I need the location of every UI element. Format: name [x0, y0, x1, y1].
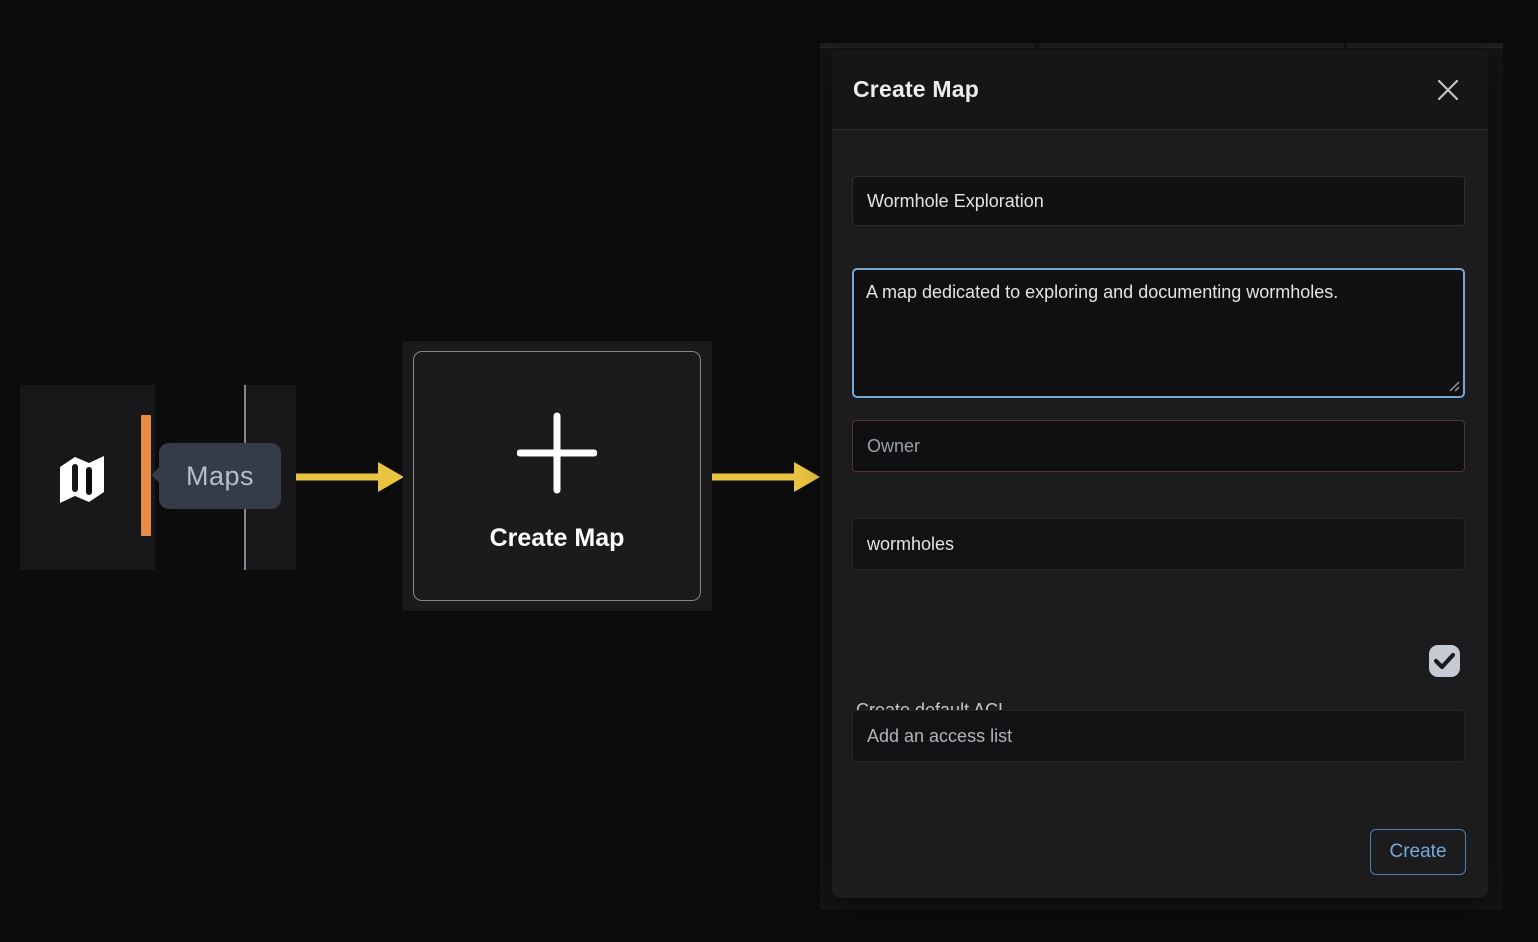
- background-panel-edge: [1039, 43, 1344, 48]
- checkmark-icon: [1434, 652, 1455, 670]
- maps-tooltip-label: Maps: [186, 461, 254, 492]
- create-map-card-frame: Create Map: [403, 341, 712, 611]
- background-panel-edge: [820, 43, 1035, 48]
- create-default-acl-checkbox[interactable]: [1429, 645, 1460, 677]
- owner-input[interactable]: [852, 420, 1465, 472]
- tags-input[interactable]: [852, 518, 1465, 570]
- create-map-card-label: Create Map: [490, 524, 625, 553]
- create-map-card[interactable]: Create Map: [413, 351, 701, 601]
- create-button[interactable]: Create: [1370, 829, 1466, 875]
- flow-arrow-2: [710, 457, 822, 497]
- description-field-wrap: A map dedicated to exploring and documen…: [852, 268, 1465, 398]
- close-icon[interactable]: [1436, 78, 1460, 102]
- modal-title: Create Map: [853, 76, 979, 103]
- maps-tooltip: Maps: [159, 443, 281, 509]
- modal-backdrop: Create Map A map dedicated to exploring …: [820, 43, 1503, 910]
- create-map-modal: Create Map A map dedicated to exploring …: [832, 50, 1488, 898]
- maps-nav-button[interactable]: [58, 451, 106, 509]
- access-list-input[interactable]: [852, 710, 1465, 762]
- map-name-input[interactable]: [852, 176, 1465, 226]
- background-panel-edge: [1347, 43, 1503, 48]
- active-indicator-bar: [141, 415, 151, 536]
- resize-handle-icon[interactable]: [1448, 380, 1460, 392]
- tutorial-canvas: Maps Create Map Create Map: [0, 0, 1538, 942]
- background-page-edge: [820, 43, 1503, 49]
- map-description-textarea[interactable]: A map dedicated to exploring and documen…: [852, 268, 1465, 398]
- sidebar-fragment: Maps: [20, 385, 296, 570]
- plus-icon: [517, 408, 597, 498]
- map-icon: [58, 451, 106, 509]
- flow-arrow-1: [294, 457, 406, 497]
- modal-header: Create Map: [832, 50, 1488, 130]
